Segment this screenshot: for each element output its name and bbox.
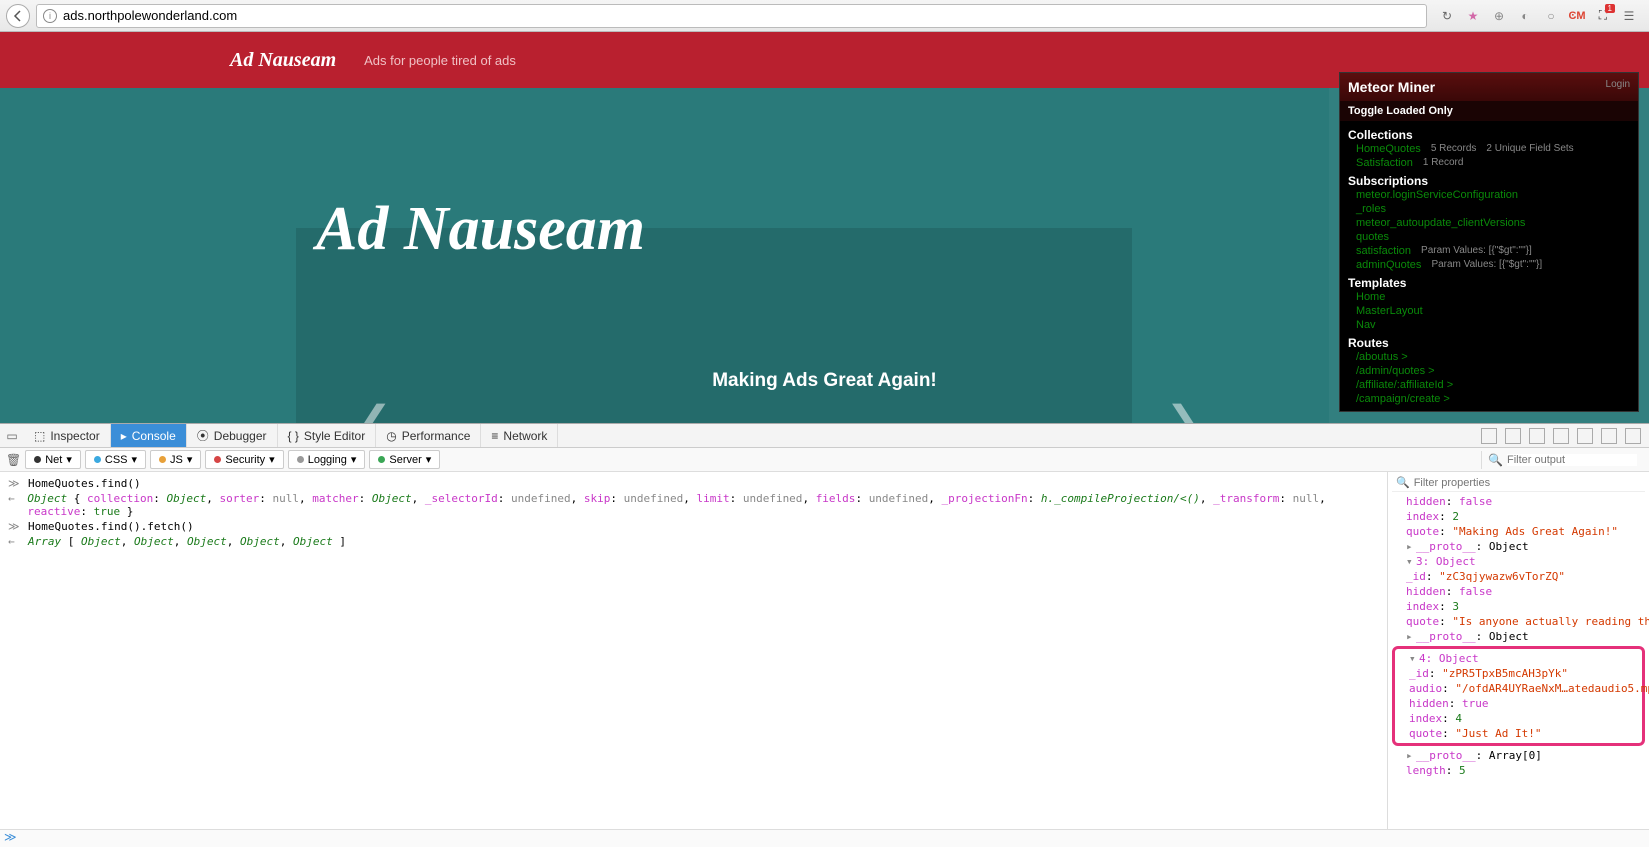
meteor-route-item[interactable]: /aboutus >: [1348, 350, 1630, 364]
ext-icon-3[interactable]: ○: [1543, 8, 1559, 24]
dt-split-icon[interactable]: [1577, 428, 1593, 444]
prop-row[interactable]: index: 2: [1392, 509, 1645, 524]
hero-subtitle: Making Ads Great Again!: [0, 370, 1649, 392]
prop-row[interactable]: hidden: true: [1395, 696, 1642, 711]
filter-server[interactable]: Server▾: [369, 450, 440, 469]
devtools-tabs: ▭ ⬚Inspector ▸Console ⦿Debugger { }Style…: [0, 424, 1649, 448]
meteor-routes-title: Routes: [1348, 336, 1630, 350]
filter-js[interactable]: JS▾: [150, 450, 201, 469]
prop-row[interactable]: index: 4: [1395, 711, 1642, 726]
filter-logging[interactable]: Logging▾: [288, 450, 366, 469]
meteor-login-link[interactable]: Login: [1606, 79, 1630, 90]
ext-icon-shop[interactable]: ⛶1: [1595, 8, 1611, 24]
filter-css[interactable]: CSS▾: [85, 450, 146, 469]
bookmark-icon[interactable]: ★: [1465, 8, 1481, 24]
prop-row[interactable]: hidden: false: [1392, 584, 1645, 599]
meteor-templates-title: Templates: [1348, 276, 1630, 290]
dt-dock-bottom-icon[interactable]: [1505, 428, 1521, 444]
back-button[interactable]: [6, 4, 30, 28]
frame-select-icon[interactable]: ▭: [0, 429, 24, 443]
url-text: ads.northpolewonderland.com: [63, 8, 1420, 23]
filter-net[interactable]: Net▾: [25, 450, 81, 469]
prop-row[interactable]: quote: "Just Ad It!": [1395, 726, 1642, 741]
dt-dock-side-icon[interactable]: [1481, 428, 1497, 444]
filter-security[interactable]: Security▾: [205, 450, 283, 469]
console-input-line: HomeQuotes.find(): [28, 477, 141, 490]
prop-row[interactable]: _id: "zPR5TpxB5mcAH3pYk": [1395, 666, 1642, 681]
filter-output-input[interactable]: [1507, 454, 1637, 466]
prop-row[interactable]: hidden: false: [1392, 494, 1645, 509]
tab-inspector[interactable]: ⬚Inspector: [24, 424, 111, 447]
meteor-title: Meteor Miner: [1348, 79, 1630, 95]
hero-title: Ad Nauseam: [240, 108, 1649, 265]
ext-icon-1[interactable]: ⊕: [1491, 8, 1507, 24]
clear-console-icon[interactable]: 🗑: [6, 453, 21, 467]
prop-row[interactable]: ▸__proto__: Array[0]: [1392, 748, 1645, 763]
ext-icon-2[interactable]: ◐: [1517, 8, 1533, 24]
properties-panel[interactable]: 🔍 hidden: false index: 2 quote: "Making …: [1387, 472, 1649, 829]
filter-output[interactable]: 🔍: [1481, 451, 1643, 469]
menu-icon[interactable]: ☰: [1621, 8, 1637, 24]
console-output-line[interactable]: Object { collection: Object, sorter: nul…: [27, 492, 1379, 518]
tab-network[interactable]: ≡Network: [481, 424, 558, 447]
tagline: Ads for people tired of ads: [364, 53, 516, 68]
prop-row[interactable]: audio: "/ofdAR4UYRaeNxM…atedaudio5.mp3": [1395, 681, 1642, 696]
page-content: Ad Nauseam Ads for people tired of ads A…: [0, 32, 1649, 423]
carousel-next[interactable]: ❯: [1166, 398, 1200, 423]
url-bar[interactable]: i ads.northpolewonderland.com: [36, 4, 1427, 28]
prop-row[interactable]: length: 5: [1392, 763, 1645, 778]
console-prompt-bar[interactable]: ≫: [0, 829, 1649, 847]
console-filter-bar: 🗑 Net▾ CSS▾ JS▾ Security▾ Logging▾ Serve…: [0, 448, 1649, 472]
tab-console[interactable]: ▸Console: [111, 424, 187, 447]
meteor-template-item[interactable]: Nav: [1348, 318, 1630, 332]
hero: Ad Nauseam Making Ads Great Again! ❮ ❯: [0, 88, 1649, 265]
meteor-template-item[interactable]: MasterLayout: [1348, 304, 1630, 318]
prop-row[interactable]: ▸__proto__: Object: [1392, 539, 1645, 554]
ext-icon-cm[interactable]: ϾM: [1569, 8, 1585, 24]
tab-performance[interactable]: ◷Performance: [376, 424, 481, 447]
site-info-icon[interactable]: i: [43, 9, 57, 23]
highlighted-object: ▾4: Object _id: "zPR5TpxB5mcAH3pYk" audi…: [1392, 646, 1645, 746]
dt-settings-icon[interactable]: [1553, 428, 1569, 444]
meteor-template-item[interactable]: Home: [1348, 290, 1630, 304]
brand-logo[interactable]: Ad Nauseam: [230, 49, 336, 72]
prop-row[interactable]: index: 3: [1392, 599, 1645, 614]
carousel-prev[interactable]: ❮: [358, 398, 392, 423]
prop-row[interactable]: _id: "zC3qjywazw6vTorZQ": [1392, 569, 1645, 584]
reload-icon[interactable]: ↻: [1439, 8, 1455, 24]
prop-row[interactable]: quote: "Making Ads Great Again!": [1392, 524, 1645, 539]
devtools: ▭ ⬚Inspector ▸Console ⦿Debugger { }Style…: [0, 423, 1649, 847]
console-output-line[interactable]: Array [ Object, Object, Object, Object, …: [28, 535, 346, 548]
dt-close-icon[interactable]: [1625, 428, 1641, 444]
dt-responsive-icon[interactable]: [1529, 428, 1545, 444]
prop-row[interactable]: ▾4: Object: [1395, 651, 1642, 666]
console-input-line: HomeQuotes.find().fetch(): [28, 520, 194, 533]
prop-row[interactable]: ▾3: Object: [1392, 554, 1645, 569]
tab-debugger[interactable]: ⦿Debugger: [187, 424, 278, 447]
console-output[interactable]: ≫HomeQuotes.find() ←Object { collection:…: [0, 472, 1387, 829]
tab-style-editor[interactable]: { }Style Editor: [278, 424, 377, 447]
filter-properties-input[interactable]: [1414, 477, 1641, 489]
meteor-header: Login Meteor Miner: [1340, 73, 1638, 101]
dt-popout-icon[interactable]: [1601, 428, 1617, 444]
browser-toolbar: i ads.northpolewonderland.com ↻ ★ ⊕ ◐ ○ …: [0, 0, 1649, 32]
meteor-route-item[interactable]: /campaign/create >: [1348, 392, 1630, 406]
prop-row[interactable]: quote: "Is anyone actually reading this?…: [1392, 614, 1645, 629]
filter-properties[interactable]: 🔍: [1392, 474, 1645, 492]
prop-row[interactable]: ▸__proto__: Object: [1392, 629, 1645, 644]
